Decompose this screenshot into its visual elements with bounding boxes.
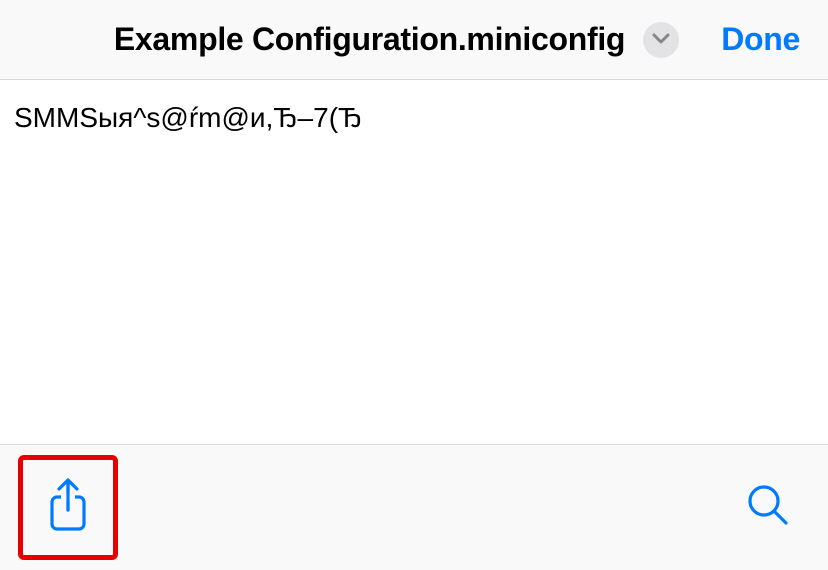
- done-button[interactable]: Done: [721, 21, 800, 58]
- chevron-down-icon: [652, 31, 670, 49]
- file-content-text: SMMSыя^s@ŕm@и,Ђ–7(Ђ: [14, 100, 814, 136]
- header-bar: Example Configuration.miniconfig Done: [0, 0, 828, 80]
- bottom-toolbar: [0, 444, 828, 570]
- share-icon: [47, 519, 89, 536]
- search-button[interactable]: [746, 483, 790, 532]
- share-button[interactable]: [47, 478, 89, 537]
- file-title: Example Configuration.miniconfig: [114, 21, 625, 58]
- content-area: SMMSыя^s@ŕm@и,Ђ–7(Ђ: [0, 80, 828, 444]
- share-button-highlight: [18, 455, 118, 560]
- dropdown-toggle[interactable]: [643, 22, 679, 58]
- search-icon: [746, 514, 790, 531]
